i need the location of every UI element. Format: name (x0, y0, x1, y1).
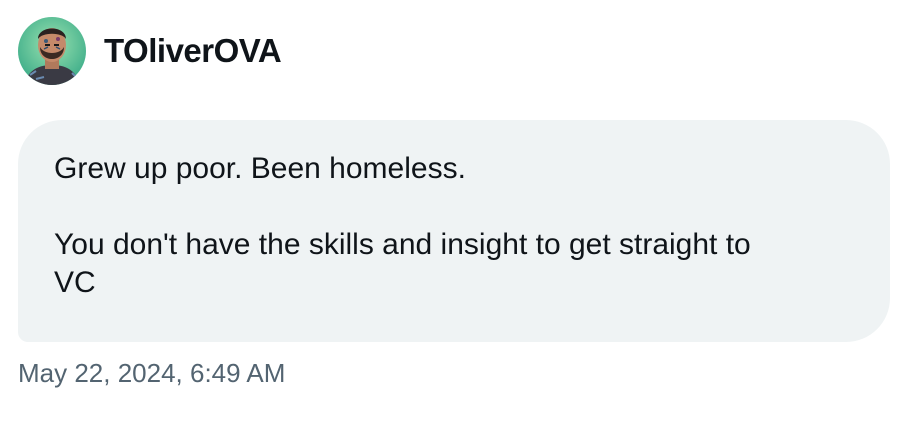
username[interactable]: TOliverOVA (104, 32, 282, 70)
message-bubble[interactable]: Grew up poor. Been homeless. You don't h… (18, 120, 890, 342)
message-paragraph-2-line-1: You don't have the skills and insight to… (54, 228, 751, 261)
message-paragraph-1: Grew up poor. Been homeless. (54, 152, 466, 185)
message-header: TOliverOVA (18, 17, 282, 85)
message-timestamp: May 22, 2024, 6:49 AM (18, 358, 286, 388)
dm-conversation: TOliverOVA Grew up poor. Been homeless. … (0, 0, 906, 422)
avatar[interactable] (18, 17, 86, 85)
profile-avatar-icon (18, 17, 86, 85)
message-paragraph-2-line-2: VC (54, 266, 96, 299)
